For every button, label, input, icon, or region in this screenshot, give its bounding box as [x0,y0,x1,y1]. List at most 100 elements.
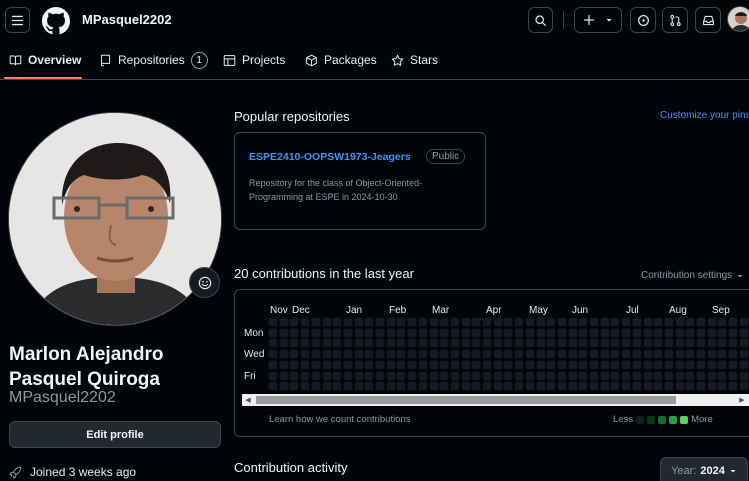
contribution-cell[interactable] [322,382,331,391]
contribution-cell[interactable] [301,371,310,380]
tab-overview[interactable]: Overview [9,40,81,80]
pinned-repo-name[interactable]: ESPE2410-OOPSW1973-Jeagers [249,151,411,163]
contribution-cell[interactable] [515,371,524,380]
contribution-cell[interactable] [386,360,395,369]
contribution-cell[interactable] [408,318,417,326]
contribution-cell[interactable] [269,360,277,369]
contribution-cell[interactable] [697,371,705,380]
contribution-cell[interactable] [739,318,748,326]
contribution-cell[interactable] [611,350,620,359]
contribution-cell[interactable] [333,382,342,391]
contribution-cell[interactable] [622,328,631,337]
contribution-cell[interactable] [654,328,663,337]
contribution-cell[interactable] [622,318,631,326]
contribution-cell[interactable] [504,360,513,369]
contribution-cell[interactable] [568,339,577,348]
contribution-cell[interactable] [504,382,513,391]
learn-contributions-link[interactable]: Learn how we count contributions [269,414,411,425]
contribution-cell[interactable] [354,360,363,369]
contribution-cell[interactable] [440,360,449,369]
contribution-cell[interactable] [707,339,716,348]
contribution-cell[interactable] [568,371,577,380]
edit-profile-button[interactable]: Edit profile [9,421,221,448]
contribution-cell[interactable] [590,371,598,380]
contribution-cell[interactable] [376,382,384,391]
contribution-cell[interactable] [536,382,545,391]
contribution-cell[interactable] [654,339,663,348]
calendar-scrollbar[interactable]: ◀ ▶ [242,394,749,406]
contribution-cell[interactable] [343,339,352,348]
contribution-cell[interactable] [739,371,748,380]
contribution-cell[interactable] [397,360,406,369]
contribution-cell[interactable] [622,339,631,348]
user-avatar[interactable] [727,6,749,32]
contribution-cell[interactable] [718,371,727,380]
contribution-cell[interactable] [579,371,588,380]
contribution-cell[interactable] [643,382,652,391]
contribution-cell[interactable] [450,371,459,380]
contribution-cell[interactable] [493,318,502,326]
contribution-cell[interactable] [322,318,331,326]
contribution-cell[interactable] [557,339,566,348]
contribution-cell[interactable] [408,328,417,337]
contribution-cell[interactable] [493,382,502,391]
contribution-cell[interactable] [697,318,705,326]
contribution-cell[interactable] [643,328,652,337]
contribution-cell[interactable] [622,350,631,359]
contribution-cell[interactable] [707,328,716,337]
contribution-cell[interactable] [483,318,491,326]
contribution-cell[interactable] [365,371,374,380]
contribution-cell[interactable] [600,350,609,359]
contribution-cell[interactable] [376,318,384,326]
contribution-cell[interactable] [483,350,491,359]
contribution-cell[interactable] [365,318,374,326]
contribution-cell[interactable] [301,360,310,369]
contribution-cell[interactable] [525,382,534,391]
contribution-cell[interactable] [729,371,738,380]
contribution-cell[interactable] [290,339,299,348]
contribution-cell[interactable] [450,382,459,391]
create-new-button[interactable] [574,7,622,33]
contribution-cell[interactable] [536,350,545,359]
contribution-cell[interactable] [515,382,524,391]
contribution-cell[interactable] [461,360,470,369]
contribution-cell[interactable] [600,382,609,391]
contribution-cell[interactable] [269,328,277,337]
contribution-cell[interactable] [408,339,417,348]
contribution-cell[interactable] [515,339,524,348]
contribution-cell[interactable] [301,328,310,337]
contribution-cell[interactable] [632,371,641,380]
contribution-cell[interactable] [568,318,577,326]
contribution-cell[interactable] [739,382,748,391]
contribution-cell[interactable] [707,382,716,391]
contribution-cell[interactable] [697,328,705,337]
contribution-cell[interactable] [418,339,427,348]
contribution-cell[interactable] [333,328,342,337]
contribution-cell[interactable] [343,382,352,391]
contribution-cell[interactable] [611,382,620,391]
contribution-cell[interactable] [333,360,342,369]
contribution-cell[interactable] [440,382,449,391]
contribution-cell[interactable] [343,350,352,359]
contribution-cell[interactable] [536,360,545,369]
contribution-cell[interactable] [697,350,705,359]
contribution-cell[interactable] [515,318,524,326]
contribution-cell[interactable] [269,382,277,391]
contribution-cell[interactable] [664,382,673,391]
contribution-cell[interactable] [483,360,491,369]
contribution-cell[interactable] [301,350,310,359]
contribution-cell[interactable] [408,382,417,391]
contribution-cell[interactable] [483,339,491,348]
contribution-cell[interactable] [557,371,566,380]
contribution-cell[interactable] [461,339,470,348]
contribution-cell[interactable] [386,339,395,348]
contribution-cell[interactable] [547,382,556,391]
contribution-cell[interactable] [515,350,524,359]
contribution-cell[interactable] [290,371,299,380]
contribution-cell[interactable] [440,371,449,380]
contribution-cell[interactable] [311,318,320,326]
contribution-cell[interactable] [718,328,727,337]
contribution-cell[interactable] [729,328,738,337]
contribution-cell[interactable] [386,318,395,326]
contribution-cell[interactable] [450,339,459,348]
